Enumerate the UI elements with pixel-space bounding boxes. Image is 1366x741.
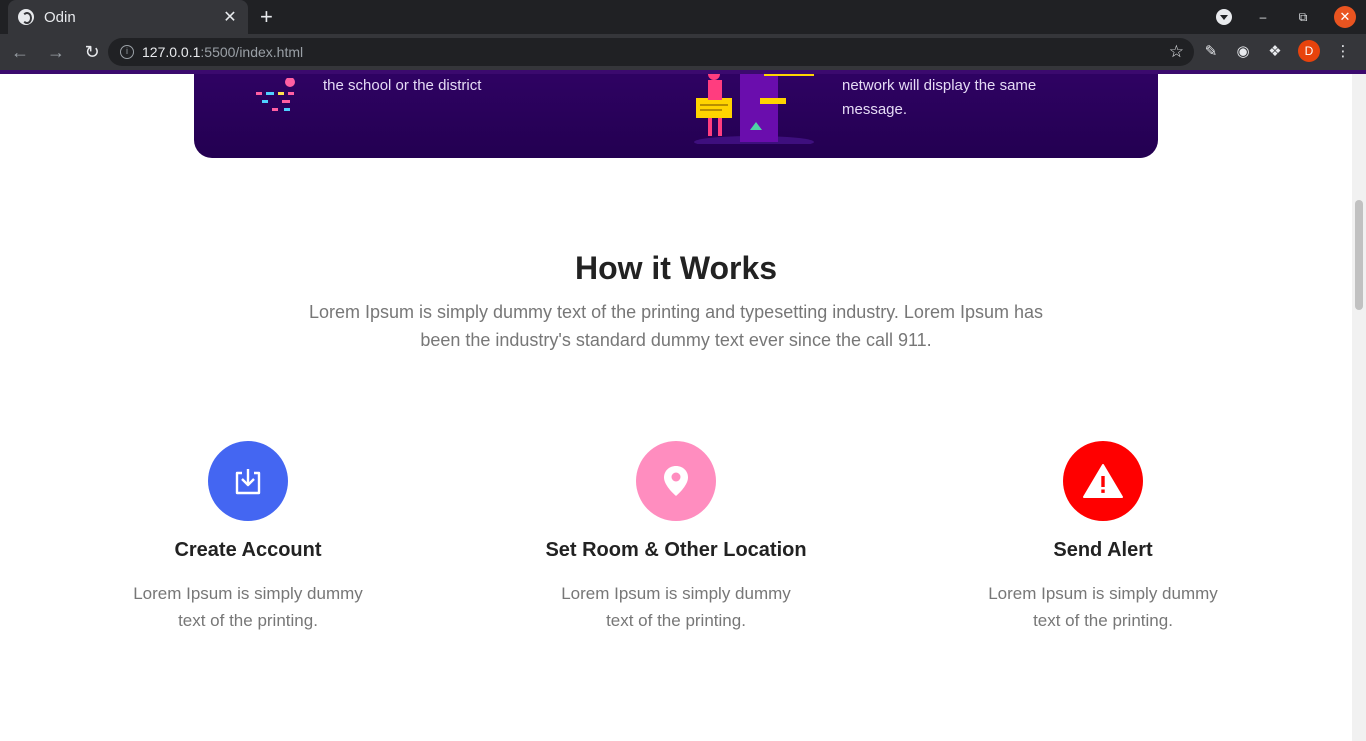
step-text: Lorem Ipsum is simply dummy text of the … <box>133 584 363 630</box>
download-box-icon <box>235 469 261 495</box>
tab-search-icon[interactable] <box>1216 9 1232 25</box>
url-host: 127.0.0.1 <box>142 44 201 60</box>
features-banner: the school or the district network will … <box>194 74 1158 158</box>
page-viewport: the school or the district network will … <box>0 74 1352 741</box>
forward-icon[interactable]: → <box>40 42 72 63</box>
step-send-alert: Send Alert Lorem Ipsum is simply dummy t… <box>953 441 1253 634</box>
step-text: Lorem Ipsum is simply dummy text of the … <box>561 584 791 630</box>
messaging-illustration-icon <box>694 74 814 144</box>
step-text: Lorem Ipsum is simply dummy text of the … <box>988 584 1218 630</box>
scrollbar-thumb[interactable] <box>1355 200 1363 310</box>
new-tab-button[interactable]: + <box>260 4 273 30</box>
browser-toolbar: ← → ↻ i 127.0.0.1 :5500/index.html ☆ ✎ ◉… <box>0 34 1366 70</box>
step-icon-circle <box>636 441 716 521</box>
bookmark-star-icon[interactable]: ☆ <box>1169 42 1184 62</box>
network-illustration-icon <box>256 78 295 111</box>
camera-extension-icon[interactable]: ◉ <box>1234 42 1252 60</box>
browser-tab-bar: Odin ✕ + – ⧉ ✕ <box>0 0 1366 34</box>
globe-icon <box>18 9 34 25</box>
menu-kebab-icon[interactable]: ⋮ <box>1334 42 1352 60</box>
step-title: Set Room & Other Location <box>545 539 807 561</box>
puzzle-extensions-icon[interactable]: ❖ <box>1266 42 1284 60</box>
tab-close-button[interactable]: ✕ <box>222 7 238 27</box>
location-pin-icon <box>664 466 688 496</box>
step-title: Create Account <box>174 539 322 561</box>
pen-extension-icon[interactable]: ✎ <box>1202 42 1220 60</box>
how-it-works-title: How it Works <box>574 250 778 286</box>
restore-button[interactable]: ⧉ <box>1294 10 1312 25</box>
site-info-icon[interactable]: i <box>120 45 134 59</box>
banner-right-text: network will display the same message. <box>842 77 1037 118</box>
profile-avatar[interactable]: D <box>1298 40 1320 62</box>
window-close-button[interactable]: ✕ <box>1334 6 1356 28</box>
minimize-button[interactable]: – <box>1254 10 1272 24</box>
step-set-room: Set Room & Other Location Lorem Ipsum is… <box>526 441 826 634</box>
back-icon[interactable]: ← <box>4 42 36 63</box>
reload-icon[interactable]: ↻ <box>76 42 108 63</box>
how-it-works-subtitle: Lorem Ipsum is simply dummy text of the … <box>309 302 1043 350</box>
step-create-account: Create Account Lorem Ipsum is simply dum… <box>98 441 398 634</box>
step-icon-circle <box>1063 441 1143 521</box>
url-path: :5500/index.html <box>200 44 304 60</box>
address-bar[interactable]: i 127.0.0.1 :5500/index.html ☆ <box>108 38 1194 66</box>
banner-left-text: the school or the district <box>323 77 482 94</box>
vertical-scrollbar[interactable] <box>1352 74 1366 741</box>
tab-title: Odin <box>44 8 76 26</box>
browser-tab[interactable]: Odin ✕ <box>8 0 248 34</box>
step-icon-circle <box>208 441 288 521</box>
warning-icon <box>1083 464 1123 498</box>
step-title: Send Alert <box>1053 539 1153 561</box>
